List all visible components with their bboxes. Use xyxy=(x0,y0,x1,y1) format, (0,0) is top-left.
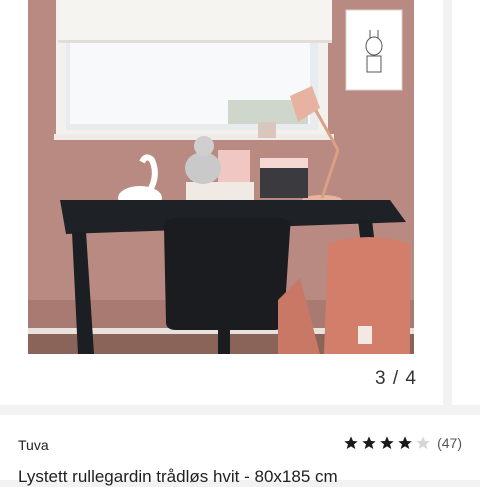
star-icon xyxy=(379,435,395,451)
star-icon xyxy=(397,435,413,451)
product-title[interactable]: Lystett rullegardin trådløs hvit - 80x18… xyxy=(18,467,338,487)
star-icon xyxy=(361,435,377,451)
gallery-card: 3 / 4 xyxy=(0,0,443,405)
product-info: Tuva (47) Lystett rullegardin trådløs hv… xyxy=(0,415,480,486)
brand-name[interactable]: Tuva xyxy=(18,437,49,453)
star-rating[interactable]: (47) xyxy=(343,435,462,451)
star-empty-icon xyxy=(415,435,431,451)
product-photo[interactable] xyxy=(28,0,414,354)
next-image-peek[interactable] xyxy=(452,0,480,405)
star-icon xyxy=(343,435,359,451)
room-illustration xyxy=(28,0,414,354)
gallery-pager: 3 / 4 xyxy=(375,368,417,389)
review-count: (47) xyxy=(437,435,462,451)
